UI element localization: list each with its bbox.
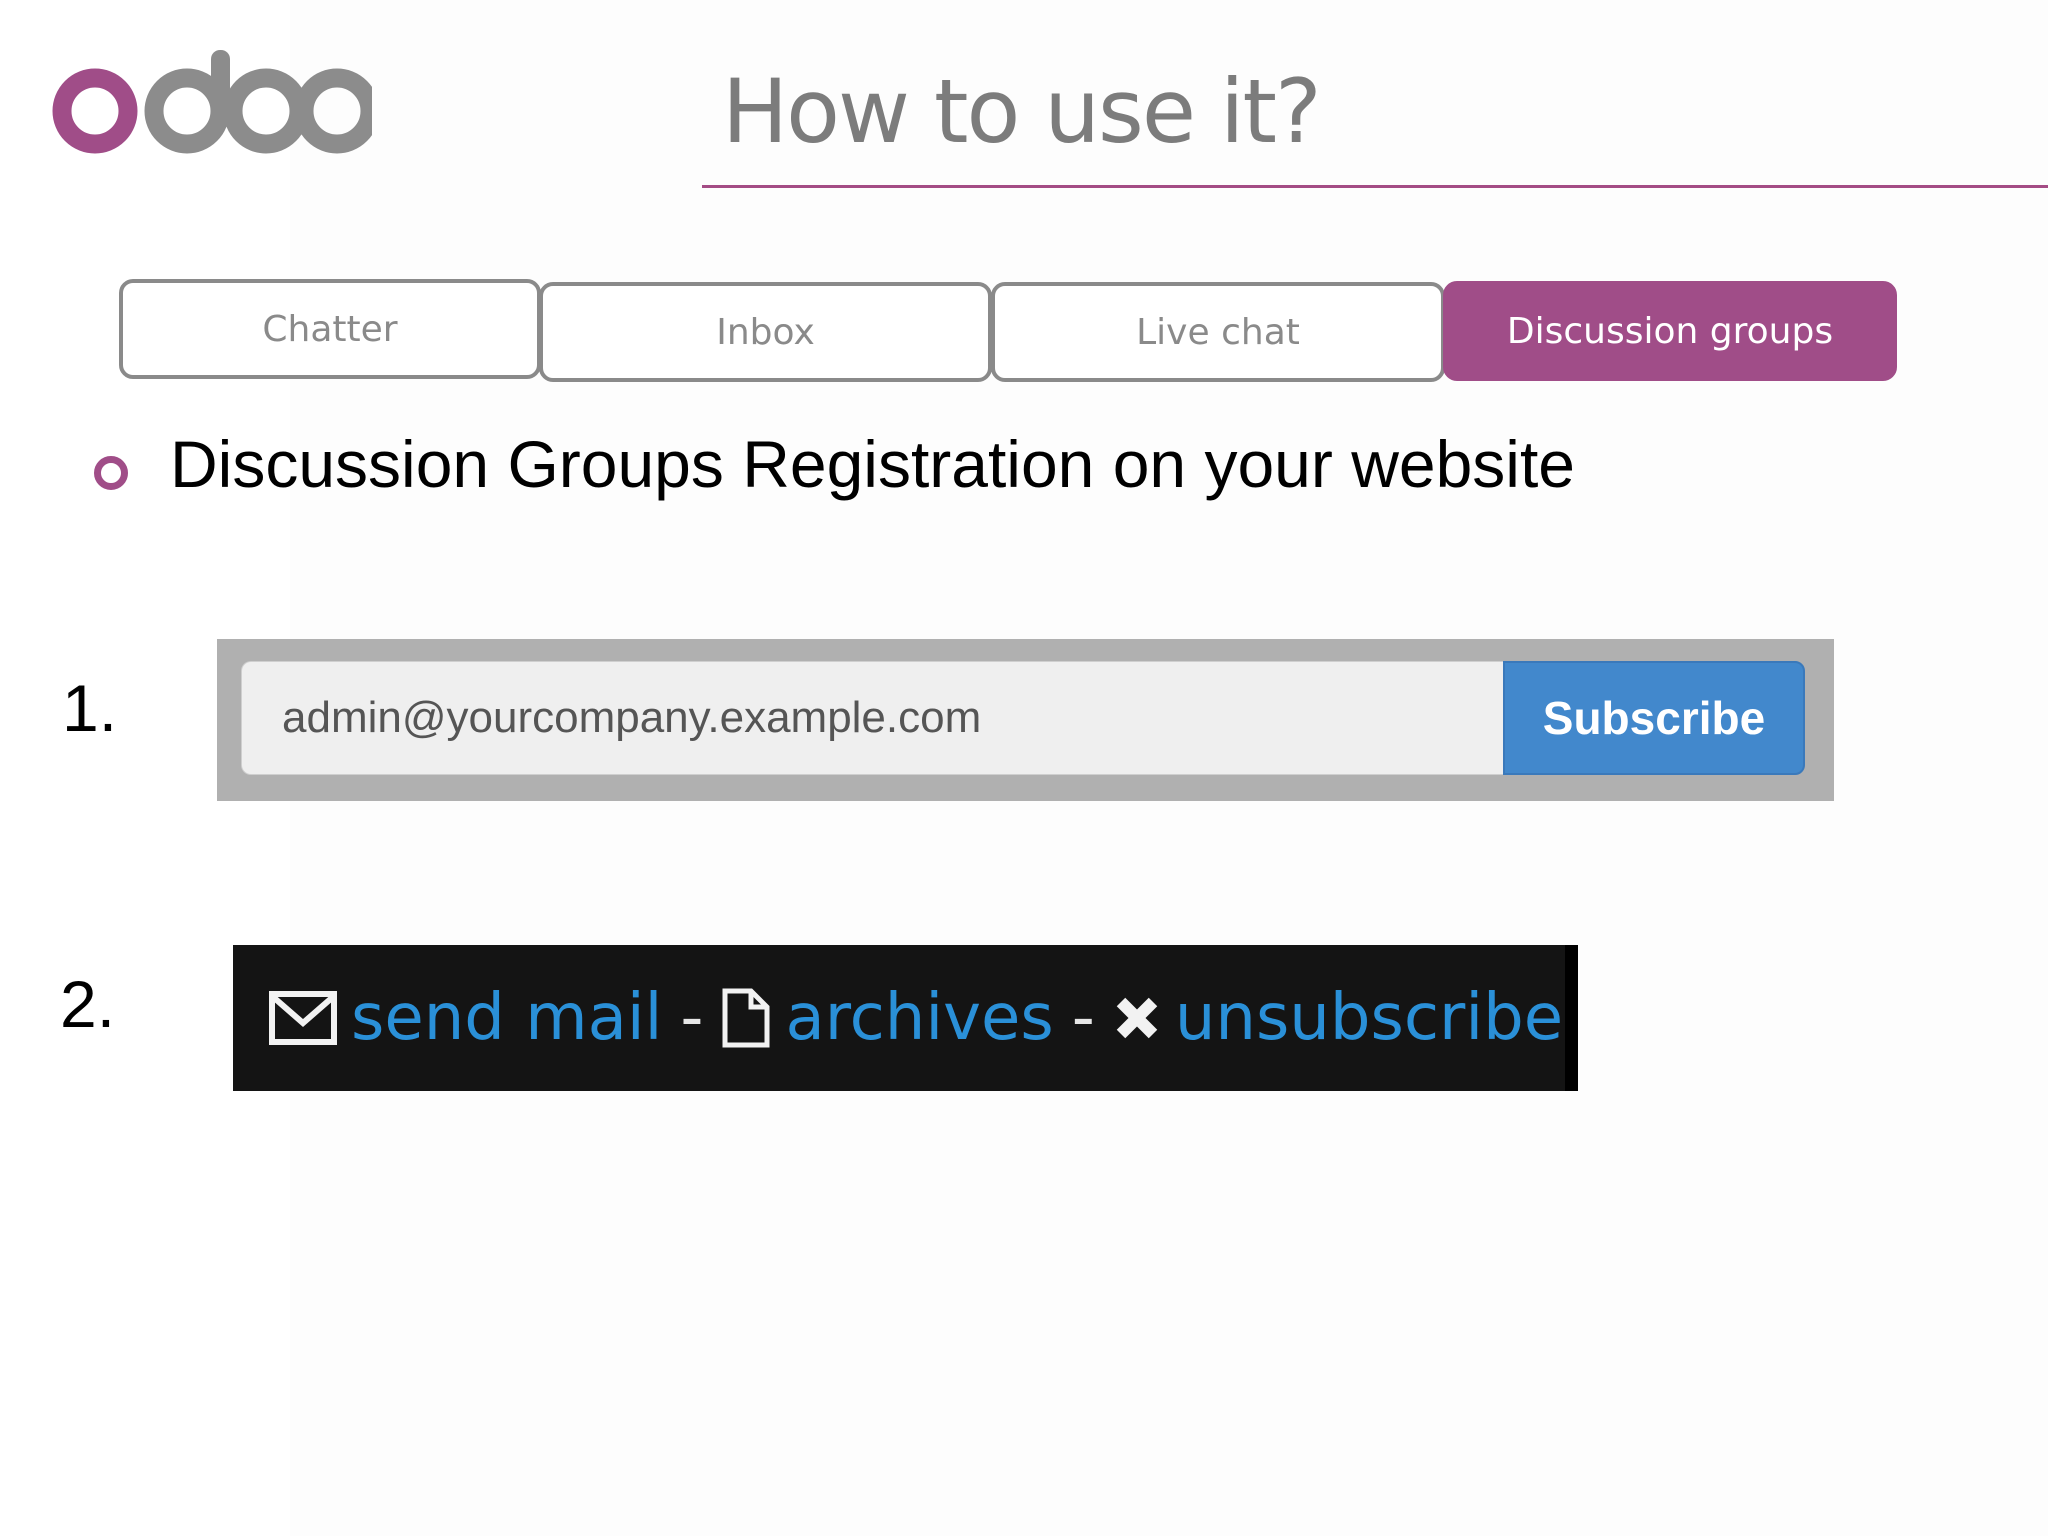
tab-discussion-groups[interactable]: Discussion groups (1443, 281, 1897, 381)
group-links-bar: send mail - archives - unsubscribe (233, 945, 1578, 1091)
odoo-logo-mark (52, 50, 380, 154)
tab-inbox[interactable]: Inbox (539, 282, 992, 382)
subscribe-widget: Subscribe (217, 639, 1834, 801)
tab-label: Chatter (262, 308, 398, 350)
send-mail-link[interactable]: send mail (351, 981, 662, 1055)
subscribe-button[interactable]: Subscribe (1503, 661, 1805, 775)
title-underline (702, 185, 2048, 188)
tab-label: Live chat (1136, 311, 1300, 353)
odoo-logo (52, 48, 380, 163)
separator: - (680, 981, 704, 1055)
tab-label: Inbox (716, 311, 815, 353)
step-number: 1. (62, 671, 118, 745)
close-icon (1113, 994, 1161, 1042)
bullet-text: Discussion Groups Registration on your w… (170, 427, 1575, 501)
separator: - (1071, 981, 1095, 1055)
tab-live-chat[interactable]: Live chat (991, 282, 1445, 382)
page-title: How to use it? (722, 60, 1322, 163)
email-field[interactable] (241, 661, 1503, 775)
step-number: 2. (60, 967, 116, 1041)
tab-chatter[interactable]: Chatter (119, 279, 541, 379)
bullet-icon (94, 456, 128, 490)
archives-link[interactable]: archives (785, 981, 1053, 1055)
envelope-icon (269, 991, 337, 1045)
file-icon (721, 988, 771, 1048)
unsubscribe-link[interactable]: unsubscribe (1175, 981, 1563, 1055)
tab-label: Discussion groups (1506, 310, 1834, 352)
